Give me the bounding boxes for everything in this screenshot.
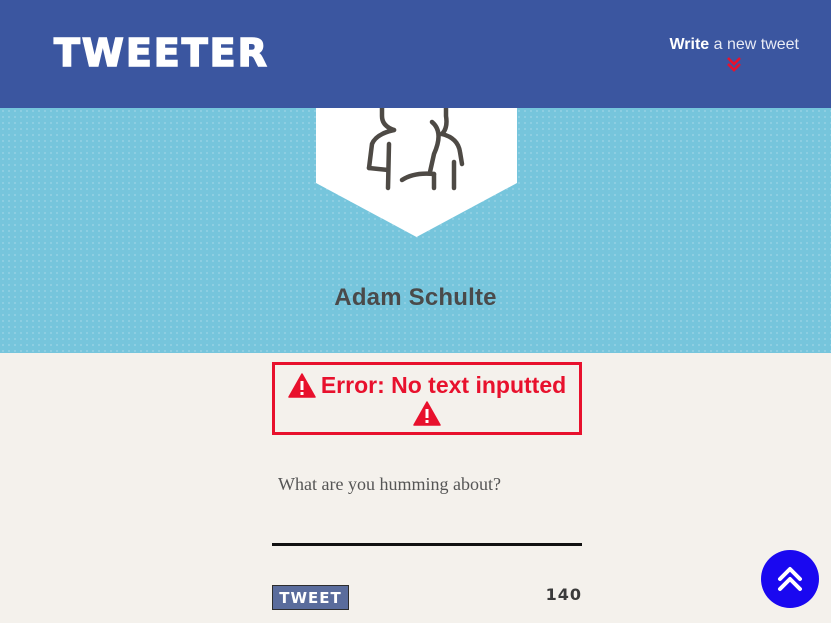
warning-triangle-icon: [288, 372, 316, 398]
error-message-box: Error: No text inputted: [272, 362, 582, 435]
scroll-to-top-button[interactable]: [761, 550, 819, 608]
profile-user-name: Adam Schulte: [334, 284, 497, 311]
double-chevron-up-icon: [778, 567, 802, 591]
app-logo[interactable]: TWEETER: [53, 30, 269, 76]
warning-triangle-icon: [413, 401, 441, 426]
write-link-bold-text: Write: [669, 36, 710, 53]
double-chevron-down-icon: [727, 57, 742, 72]
write-link-rest-text: a new tweet: [709, 36, 799, 53]
tweet-compose-input[interactable]: [272, 462, 582, 546]
error-message-text: Error: No text inputted: [320, 372, 567, 398]
profile-banner: Adam Schulte: [0, 108, 831, 353]
person-avatar-icon: [316, 108, 517, 237]
top-navbar: TWEETER Write a new tweet: [0, 0, 831, 108]
tweet-submit-button[interactable]: TWEET: [272, 585, 349, 610]
character-counter: 140: [545, 585, 582, 604]
write-new-tweet-link[interactable]: Write a new tweet: [669, 34, 799, 72]
